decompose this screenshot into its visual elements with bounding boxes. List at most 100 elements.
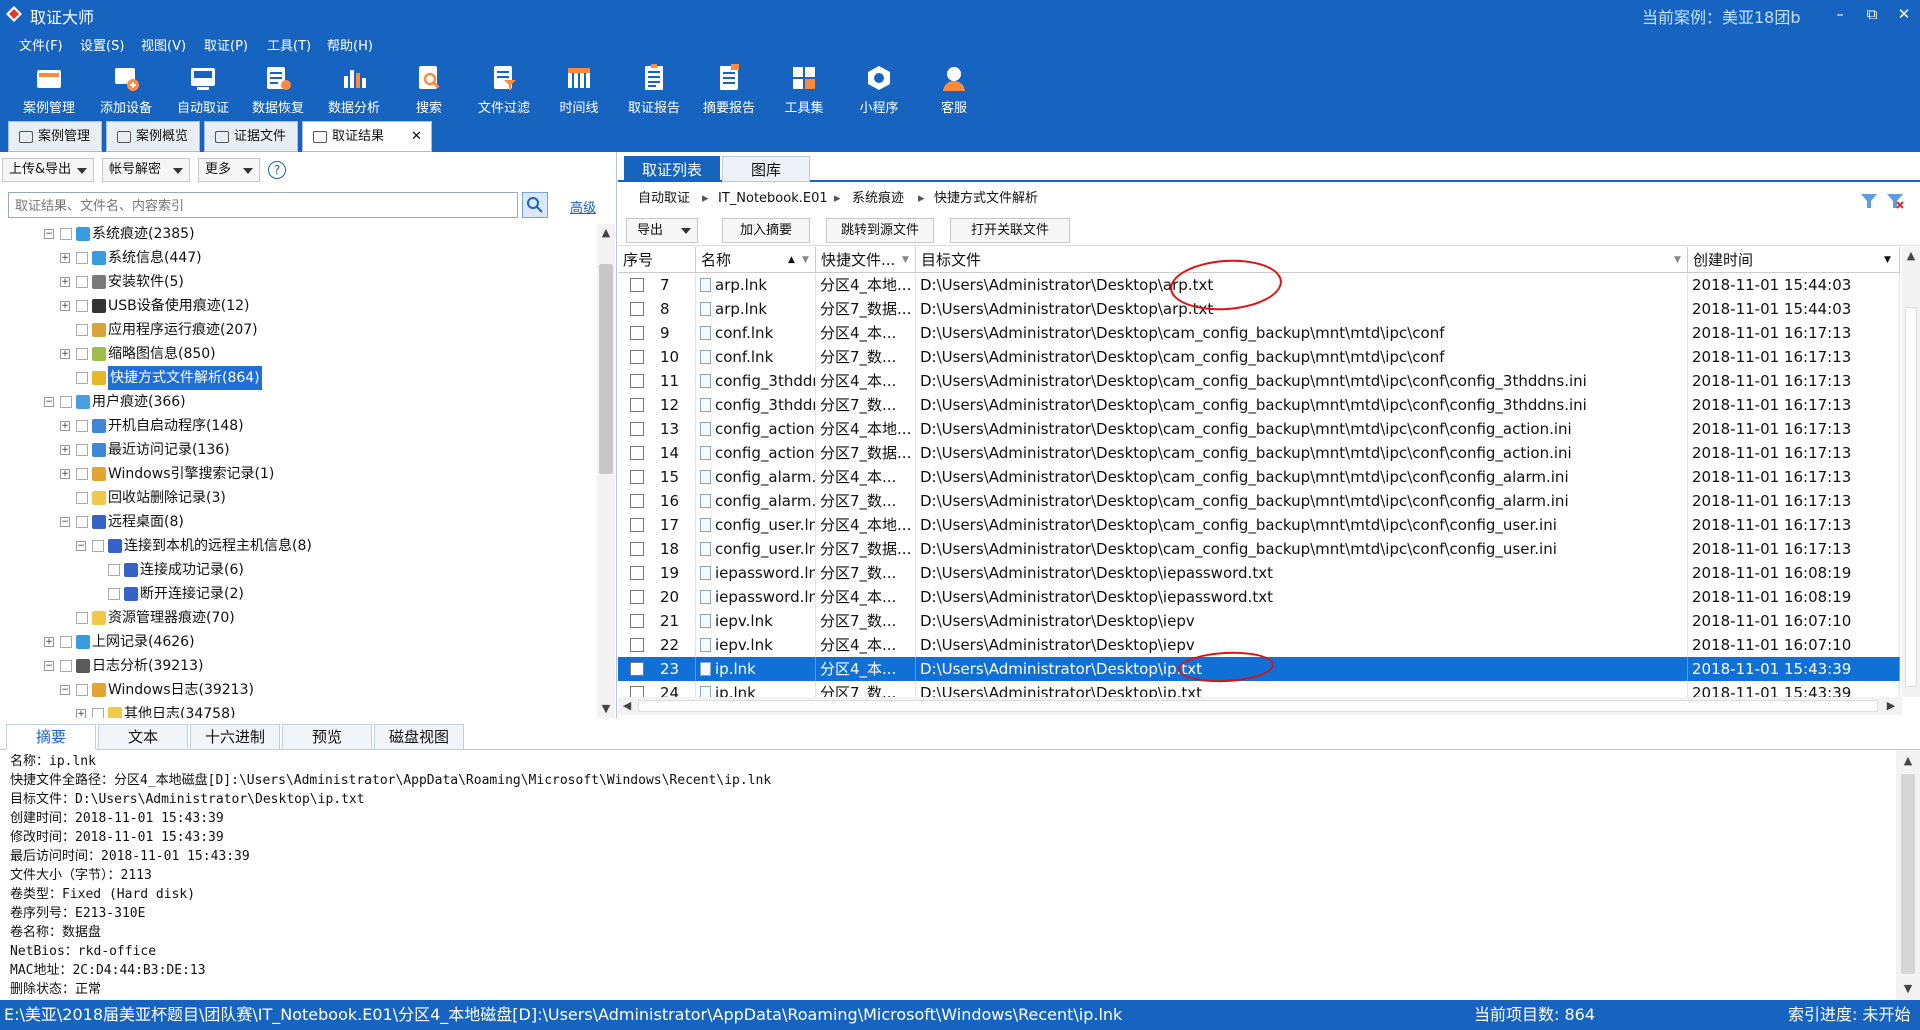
toolbar-add-device-button[interactable]: 添加设备 (94, 60, 158, 118)
tab-close-icon[interactable]: ✕ (411, 122, 422, 151)
row-checkbox[interactable] (630, 350, 644, 364)
row-checkbox[interactable] (630, 566, 644, 580)
tree-checkbox[interactable] (108, 564, 120, 576)
row-checkbox[interactable] (630, 614, 644, 628)
tab-summary[interactable]: 摘要 (6, 724, 96, 750)
table-row[interactable]: 20 iepassword.lnk 分区4_本... D:\Users\Adminis… (618, 585, 1900, 609)
tree-checkbox[interactable] (92, 708, 104, 718)
help-icon[interactable]: ? (268, 161, 286, 179)
toolbar-mini-program-button[interactable]: 小程序 (847, 60, 911, 118)
tree-checkbox[interactable] (76, 684, 88, 696)
scroll-thumb[interactable] (638, 700, 1878, 712)
tree-checkbox[interactable] (76, 468, 88, 480)
advanced-search-link[interactable]: 高级 (570, 197, 596, 216)
scroll-up-icon[interactable]: ▲ (1902, 249, 1920, 262)
tree-checkbox[interactable] (60, 636, 72, 648)
expand-icon[interactable]: + (44, 637, 54, 647)
tab-preview[interactable]: 预览 (282, 724, 372, 750)
table-row[interactable]: 21 iepv.lnk 分区7_数... D:\Users\Administrator… (618, 609, 1900, 633)
open-related-file-button[interactable]: 打开关联文件 (950, 218, 1070, 243)
tree-checkbox[interactable] (76, 348, 88, 360)
menu-help[interactable]: 帮助(H) (327, 35, 373, 54)
tree-checkbox[interactable] (76, 300, 88, 312)
table-row[interactable]: 17 config_user.lnk 分区4_本地... D:\Users\Admin… (618, 513, 1900, 537)
more-dropdown[interactable]: 更多 (198, 158, 260, 182)
export-dropdown[interactable]: 导出 (626, 218, 698, 243)
tree-checkbox[interactable] (60, 228, 72, 240)
tree-checkbox[interactable] (76, 516, 88, 528)
close-button[interactable]: ✕ (1889, 2, 1919, 26)
account-decrypt-dropdown[interactable]: 帐号解密 (102, 158, 190, 182)
search-button[interactable] (522, 192, 548, 218)
tab-forensic-results[interactable]: 取证结果 ✕ (302, 121, 432, 152)
jump-to-source-button[interactable]: 跳转到源文件 (826, 218, 934, 243)
tab-gallery[interactable]: 图库 (722, 156, 810, 182)
tree-checkbox[interactable] (76, 276, 88, 288)
scroll-thumb[interactable] (1905, 307, 1917, 687)
row-checkbox[interactable] (630, 686, 644, 697)
tab-evidence-files[interactable]: 证据文件 (204, 121, 298, 152)
detail-scrollbar[interactable]: ▲ ▼ (1896, 750, 1920, 1000)
tree-checkbox[interactable] (76, 612, 88, 624)
table-row[interactable]: 11 config_3thddn...分区4_本...D:\Users\Admin… (618, 369, 1900, 393)
expand-icon[interactable]: + (60, 349, 70, 359)
scroll-right-icon[interactable]: ▶ (1884, 699, 1898, 712)
tree-checkbox[interactable] (92, 540, 104, 552)
row-checkbox[interactable] (630, 518, 644, 532)
menu-tools[interactable]: 工具(T) (267, 35, 311, 54)
row-checkbox[interactable] (630, 662, 644, 676)
collapse-icon[interactable]: − (76, 541, 86, 551)
table-row[interactable]: 18 config_user.lnk 分区7_数据... D:\Users\Admin… (618, 537, 1900, 561)
tree-checkbox[interactable] (76, 372, 88, 384)
scroll-down-icon[interactable]: ▼ (597, 702, 615, 715)
upload-export-dropdown[interactable]: 上传&导出 (2, 158, 94, 182)
menu-settings[interactable]: 设置(S) (80, 35, 124, 54)
maximize-button[interactable]: ⧉ (1857, 2, 1887, 26)
toolbar-search-button[interactable]: 搜索 (397, 60, 461, 118)
expand-icon[interactable]: + (60, 301, 70, 311)
breadcrumb-item[interactable]: IT_Notebook.E01 (718, 184, 828, 214)
row-checkbox[interactable] (630, 590, 644, 604)
scroll-thumb[interactable] (599, 264, 613, 474)
expand-icon[interactable]: + (60, 421, 70, 431)
breadcrumb-item[interactable]: 自动取证 (638, 184, 690, 214)
collapse-icon[interactable]: − (44, 661, 54, 671)
breadcrumb-item[interactable]: 系统痕迹 (852, 184, 904, 214)
column-header-target-file[interactable]: 目标文件 ▼ (916, 247, 1688, 273)
collapse-icon[interactable]: − (60, 685, 70, 695)
toolbar-support-button[interactable]: 客服 (922, 60, 986, 118)
tree-checkbox[interactable] (60, 660, 72, 672)
row-checkbox[interactable] (630, 398, 644, 412)
filter-icon[interactable]: ▼ (1884, 247, 1891, 273)
table-row[interactable]: 16 config_alarm.lnk分区7_数...D:\Users\Admin… (618, 489, 1900, 513)
search-input[interactable] (9, 193, 517, 217)
table-row[interactable]: 9 conf.lnk 分区4_本... D:\Users\Administrator\… (618, 321, 1900, 345)
tab-text[interactable]: 文本 (98, 724, 188, 750)
tree-checkbox[interactable] (60, 396, 72, 408)
scroll-up-icon[interactable]: ▲ (597, 226, 615, 239)
toolbar-data-recovery-button[interactable]: 数据恢复 (246, 60, 310, 118)
expand-icon[interactable]: + (60, 469, 70, 479)
add-to-summary-button[interactable]: 加入摘要 (722, 218, 810, 243)
row-checkbox[interactable] (630, 470, 644, 484)
clear-filter-icon[interactable] (1886, 191, 1904, 209)
row-checkbox[interactable] (630, 542, 644, 556)
tab-evidence-list[interactable]: 取证列表 (624, 156, 720, 182)
scroll-up-icon[interactable]: ▲ (1896, 754, 1920, 767)
table-row[interactable]: 15 config_alarm.lnk分区4_本...D:\Users\Admin… (618, 465, 1900, 489)
toolbar-case-manage-button[interactable]: 案例管理 (17, 60, 81, 118)
toolbar-summary-report-button[interactable]: 摘要报告 (697, 60, 761, 118)
breadcrumb-item[interactable]: 快捷方式文件解析 (934, 184, 1038, 214)
row-checkbox[interactable] (630, 278, 644, 292)
tab-hex[interactable]: 十六进制 (190, 724, 280, 750)
row-checkbox[interactable] (630, 326, 644, 340)
table-vertical-scrollbar[interactable]: ▲ (1902, 247, 1920, 697)
column-header-shortcut-file[interactable]: 快捷文件... ▼ (816, 247, 916, 273)
tree-checkbox[interactable] (76, 444, 88, 456)
table-row[interactable]: 22 iepv.lnk 分区4_本... D:\Users\Administrator… (618, 633, 1900, 657)
expand-icon[interactable]: + (60, 253, 70, 263)
collapse-icon[interactable]: − (44, 397, 54, 407)
tree-checkbox[interactable] (76, 252, 88, 264)
row-checkbox[interactable] (630, 638, 644, 652)
menu-view[interactable]: 视图(V) (141, 35, 186, 54)
